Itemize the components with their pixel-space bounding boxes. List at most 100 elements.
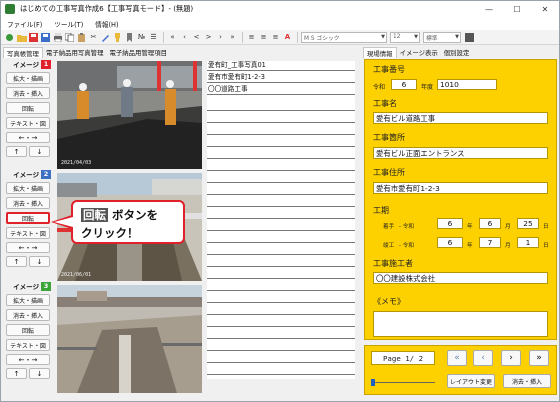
slider-thumb[interactable] [371,379,375,386]
list-icon[interactable]: ☰ [148,32,159,43]
text-figure-button[interactable]: テキスト・図 [6,117,50,129]
project-name-field[interactable]: 愛有ビル道路工事 [373,112,548,124]
tab-photo-album[interactable]: 写真帳管理 [3,47,43,58]
text-figure-button[interactable]: テキスト・図 [6,227,50,239]
first-page-button[interactable]: « [447,350,467,366]
paste-icon[interactable] [76,32,87,43]
rotate-button[interactable]: 回転 [6,102,50,114]
prev-page-icon[interactable]: ‹ [179,32,190,43]
caption-line[interactable] [207,185,355,195]
project-code-field[interactable]: 1010 [437,79,497,90]
caption-line[interactable] [207,125,355,135]
tab-individual-settings[interactable]: 個別設定 [441,47,473,58]
move-up-button[interactable]: ↑ [6,146,27,157]
menu-file[interactable]: ファイル(F) [7,19,42,29]
scissors-icon[interactable]: ✂ [88,32,99,43]
save-as-icon[interactable] [40,32,51,43]
caption-line[interactable]: 愛有市愛有町1-2-3 [207,73,355,83]
move-down-button[interactable]: ↓ [29,256,50,267]
menu-tools[interactable]: ツール(T) [54,19,83,29]
zoom-draw-button[interactable]: 拡大・描画 [6,182,50,194]
fiscal-year-field[interactable]: 6 [391,79,417,90]
zoom-slider[interactable] [371,379,435,386]
caption-line[interactable] [207,209,355,219]
move-left-right-button[interactable]: ←・→ [6,242,50,253]
move-up-button[interactable]: ↑ [6,368,27,379]
caption-line[interactable] [207,173,355,183]
erase-insert-nav-button[interactable]: 消去・挿入 [503,374,551,388]
end-day-field[interactable]: 1 [517,237,539,248]
prev-page-button[interactable]: ‹ [473,350,493,366]
start-year-field[interactable]: 6 [437,218,463,229]
font-size-select[interactable]: 12 ▼ [390,31,420,43]
prev-icon[interactable]: < [191,32,202,43]
move-down-button[interactable]: ↓ [29,368,50,379]
pen-icon[interactable] [100,32,111,43]
next-icon[interactable]: > [203,32,214,43]
last-page-button[interactable]: » [529,350,549,366]
text-figure-button[interactable]: テキスト・図 [6,339,50,351]
caption-line[interactable] [207,101,355,111]
menu-info[interactable]: 情報(H) [95,19,118,29]
caption-line[interactable] [207,341,355,351]
caption-line[interactable] [207,221,355,231]
align-right-icon[interactable]: ≡ [270,32,281,43]
caption-line[interactable] [207,329,355,339]
contractor-field[interactable]: 〇〇建設株式会社 [373,272,548,284]
photo-3[interactable] [57,285,202,393]
caption-line[interactable] [207,293,355,303]
next-page-button[interactable]: › [501,350,521,366]
zoom-draw-button[interactable]: 拡大・描画 [6,294,50,306]
layout-change-button[interactable]: レイアウト変更 [447,374,495,388]
next-page-icon[interactable]: › [215,32,226,43]
copy-icon[interactable] [64,32,75,43]
zoom-draw-button[interactable]: 拡大・描画 [6,72,50,84]
caption-line[interactable] [207,281,355,291]
text-color-icon[interactable]: A [282,32,293,43]
caption-line[interactable] [207,317,355,327]
caption-line[interactable]: 愛有町_工事写真01 [207,61,355,71]
erase-insert-button[interactable]: 消去・挿入 [6,87,50,99]
style-select[interactable]: 標準 ▼ [423,31,461,43]
tab-electronic-photo[interactable]: 電子納品用写真管理 [43,47,107,58]
caption-line[interactable] [207,197,355,207]
print-icon[interactable] [52,32,63,43]
memo-field[interactable] [373,311,548,337]
move-left-right-button[interactable]: ←・→ [6,132,50,143]
tab-site-info[interactable]: 現場情報 [363,47,397,58]
tab-electronic-items[interactable]: 電子納品用管理項目 [106,47,170,58]
caption-line[interactable] [207,269,355,279]
align-left-icon[interactable]: ≡ [246,32,257,43]
first-page-icon[interactable]: « [167,32,178,43]
start-day-field[interactable]: 25 [517,218,539,229]
new-icon[interactable] [4,32,15,43]
caption-line[interactable] [207,149,355,159]
caption-line[interactable] [207,353,355,363]
caption-line[interactable]: 〇〇道路工事 [207,85,355,95]
move-left-right-button[interactable]: ←・→ [6,354,50,365]
bookmark-icon[interactable] [124,32,135,43]
rotate-button[interactable]: 回転 [6,324,50,336]
project-location-field[interactable]: 愛有ビル正面エントランス [373,147,548,159]
save-icon[interactable] [28,32,39,43]
start-month-field[interactable]: 6 [479,218,501,229]
caption-line[interactable] [207,137,355,147]
close-icon[interactable]: ✕ [531,1,559,17]
caption-line[interactable] [207,233,355,243]
erase-insert-button[interactable]: 消去・挿入 [6,197,50,209]
color-swatch-icon[interactable] [464,32,475,43]
project-address-field[interactable]: 愛有市愛有町1-2-3 [373,182,548,194]
caption-line[interactable] [207,113,355,123]
font-select[interactable]: M S ゴシック ▼ [301,31,387,43]
caption-line[interactable] [207,245,355,255]
rotate-button[interactable]: 回転 [6,212,50,224]
caption-line[interactable] [207,305,355,315]
end-month-field[interactable]: 7 [479,237,501,248]
move-down-button[interactable]: ↓ [29,146,50,157]
caption-line[interactable] [207,257,355,267]
end-year-field[interactable]: 6 [437,237,463,248]
tab-image-display[interactable]: イメージ表示 [397,47,441,58]
photo-1[interactable]: 2021/04/03 [57,61,202,169]
maximize-icon[interactable]: ☐ [503,1,531,17]
number-icon[interactable]: № [136,32,147,43]
